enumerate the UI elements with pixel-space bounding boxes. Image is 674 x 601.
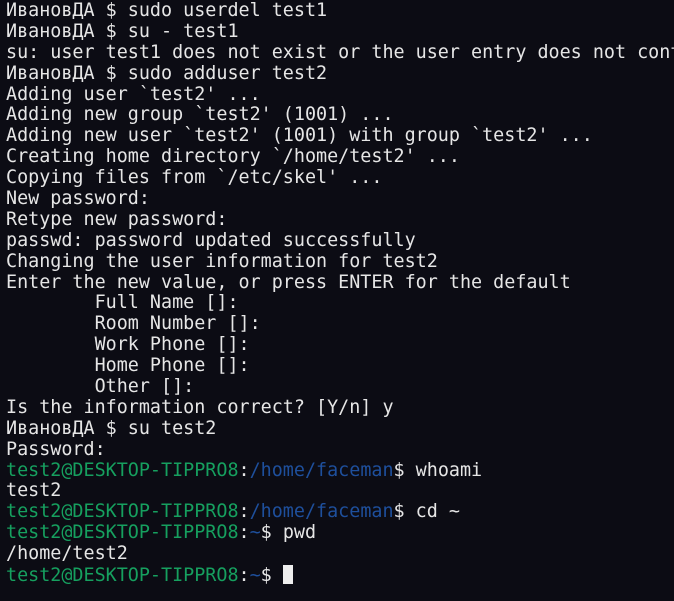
terminal-line: Retype new password: <box>6 208 674 231</box>
terminal-line: test2@DESKTOP-TIPPRO8:~$ pwd <box>6 522 674 544</box>
terminal-text: Password: <box>6 438 106 460</box>
terminal-line: Full Name []: <box>6 293 674 314</box>
prompt-path: ~ <box>249 522 261 544</box>
terminal-text: Is the information correct? [Y/n] y <box>6 396 394 418</box>
terminal-line: Adding new group `test2' (1001) ... <box>6 105 674 126</box>
terminal-line: passwd: password updated successfully <box>6 229 674 252</box>
terminal-text: Room Number []: <box>6 313 261 335</box>
terminal-line: Work Phone []: <box>6 334 674 356</box>
terminal-text: ИвановДА $ su - test1 <box>6 20 239 42</box>
terminal-line: test2 <box>6 481 674 502</box>
terminal-text: Adding new group `test2' (1001) ... <box>6 104 394 126</box>
terminal-line: Password: <box>6 438 674 461</box>
terminal-text: : <box>238 459 250 481</box>
terminal-line: Other []: <box>6 376 674 398</box>
terminal-line: Home Phone []: <box>6 355 674 377</box>
terminal-line: Adding new user `test2' (1001) with grou… <box>6 125 674 147</box>
terminal-text: passwd: password updated successfully <box>6 229 416 251</box>
terminal-line: test2@DESKTOP-TIPPRO8:/home/faceman$ who… <box>6 459 674 482</box>
terminal-line: ИвановДА $ su - test1 <box>6 20 674 43</box>
terminal-line: Room Number []: <box>6 313 674 335</box>
terminal-line: ИвановДА $ sudo adduser test2 <box>6 62 674 85</box>
terminal-text: ИвановДА $ sudo adduser test2 <box>6 62 328 84</box>
terminal-text: Retype new password: <box>6 208 228 230</box>
terminal-output[interactable]: ИвановДА $ sudo userdel test1 ИвановДА $ … <box>6 0 674 586</box>
terminal-text: $ <box>260 565 283 587</box>
terminal-text: /home/test2 <box>6 543 128 565</box>
prompt-path: ~ <box>249 565 261 587</box>
terminal-line: test2@DESKTOP-TIPPRO8:~$ <box>6 565 674 586</box>
terminal-line: Copying files from `/etc/skel' ... <box>6 167 674 189</box>
terminal-line: Changing the user information for test2 <box>6 250 674 273</box>
terminal-text: ИвановДА $ sudo userdel test1 <box>6 0 328 21</box>
terminal-text: Full Name []: <box>6 292 239 314</box>
prompt-user-host: test2@DESKTOP-TIPPRO8 <box>6 565 239 587</box>
terminal-text: ИвановДА $ su test2 <box>6 417 217 439</box>
terminal-line: su: user test1 does not exist or the use… <box>6 41 674 64</box>
terminal-text: : <box>238 565 250 587</box>
terminal-text: Other []: <box>6 376 195 398</box>
terminal-line: test2@DESKTOP-TIPPRO8:/home/faceman$ cd … <box>6 501 674 523</box>
terminal-text: $ pwd <box>260 522 317 544</box>
cursor-block <box>282 565 293 585</box>
terminal-text: $ whoami <box>393 459 483 481</box>
terminal-line: ИвановДА $ su test2 <box>6 417 674 440</box>
terminal-text: Adding user `test2' ... <box>6 83 261 105</box>
terminal-line: ИвановДА $ sudo userdel test1 <box>6 0 674 22</box>
terminal-text: Home Phone []: <box>6 355 250 377</box>
terminal-line: /home/test2 <box>6 543 674 565</box>
terminal-text: Changing the user information for test2 <box>6 250 438 272</box>
terminal-line: Adding user `test2' ... <box>6 83 674 106</box>
terminal-text: Copying files from `/etc/skel' ... <box>6 167 383 189</box>
terminal-text: : <box>238 501 250 523</box>
terminal-text: Creating home directory `/home/test2' ..… <box>6 146 460 168</box>
terminal-text: su: user test1 does not exist or the use… <box>6 41 674 63</box>
terminal-text: Enter the new value, or press ENTER for … <box>6 271 571 293</box>
terminal-line: Creating home directory `/home/test2' ..… <box>6 146 674 168</box>
terminal-line: Enter the new value, or press ENTER for … <box>6 271 674 294</box>
terminal-text: Adding new user `test2' (1001) with grou… <box>6 125 593 147</box>
terminal-text: Work Phone []: <box>6 334 250 356</box>
prompt-path: /home/faceman <box>249 501 394 523</box>
terminal-line: Is the information correct? [Y/n] y <box>6 396 674 419</box>
terminal-text: $ cd ~ <box>393 501 460 523</box>
terminal-line: New password: <box>6 188 674 210</box>
terminal-text: New password: <box>6 188 150 210</box>
prompt-path: /home/faceman <box>249 459 394 481</box>
terminal-text: test2 <box>6 480 62 502</box>
terminal-text: : <box>238 522 250 544</box>
prompt-user-host: test2@DESKTOP-TIPPRO8 <box>6 522 239 544</box>
prompt-user-host: test2@DESKTOP-TIPPRO8 <box>6 501 239 523</box>
prompt-user-host: test2@DESKTOP-TIPPRO8 <box>6 459 239 481</box>
